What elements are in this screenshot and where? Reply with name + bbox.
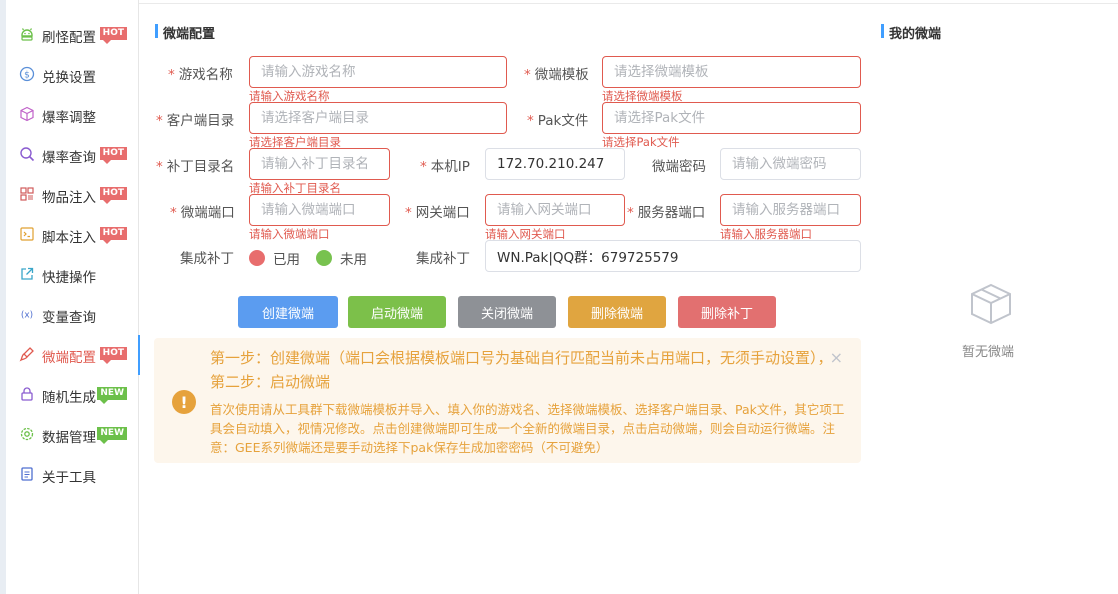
sidebar-item-monster-config[interactable]: 刷怪配置 HOT [6, 15, 139, 55]
sidebar-item-script-inject[interactable]: 脚本注入 HOT [6, 215, 139, 255]
svg-text:(x): (x) [21, 311, 33, 321]
integrate-patch-label: 集成补丁 [180, 251, 234, 267]
gateway-port-input[interactable] [485, 194, 625, 226]
local-ip-label: * 本机IP [420, 159, 470, 175]
port-error: 请输入微端端口 [249, 227, 330, 241]
alert-title: 第一步：创建微端（端口会根据模板端口号为基础自行匹配当前未占用端口，无须手动设置… [210, 349, 833, 391]
sidebar-item-label: 变量查询 [42, 310, 96, 326]
hot-badge: HOT [99, 147, 127, 164]
android-icon [19, 26, 35, 42]
port-label: * 微端端口 [170, 205, 235, 221]
integrate-patch-input[interactable] [485, 240, 861, 272]
sidebar-item-label: 关于工具 [42, 470, 96, 486]
info-alert: ! 第一步：创建微端（端口会根据模板端口号为基础自行匹配当前未占用端口，无须手动… [154, 338, 861, 463]
close-icon[interactable]: × [830, 348, 843, 367]
client-dir-label: * 客户端目录 [156, 113, 235, 129]
variable-icon: (x) [19, 306, 35, 322]
template-label: * 微端模板 [524, 67, 589, 83]
patch-dir-label: * 补丁目录名 [156, 159, 235, 175]
empty-state-text: 暂无微端 [962, 345, 1015, 360]
radio-used[interactable]: 已用 [249, 248, 300, 268]
svg-text:$: $ [24, 71, 30, 81]
radio-label: 未用 [340, 252, 367, 268]
hot-badge: HOT [99, 347, 127, 364]
server-port-input[interactable] [720, 194, 861, 226]
sidebar-item-label: 数据管理 [42, 430, 96, 446]
pak-file-input[interactable] [602, 102, 861, 134]
start-microclient-button[interactable]: 启动微端 [348, 296, 446, 328]
sidebar-item-exchange-settings[interactable]: $ 兑换设置 [6, 55, 139, 95]
sidebar-item-label: 物品注入 [42, 190, 96, 206]
sidebar: 刷怪配置 HOT $ 兑换设置 爆率调整 爆率查询 HOT 物品注入 HOT 脚… [6, 0, 140, 594]
box-icon [19, 106, 35, 122]
sidebar-item-drop-rate-query[interactable]: 爆率查询 HOT [6, 135, 139, 175]
hot-badge: HOT [99, 27, 127, 44]
radio-dot [249, 250, 265, 266]
brush-icon [19, 346, 35, 362]
game-name-label: * 游戏名称 [168, 67, 233, 83]
template-select[interactable] [602, 56, 861, 88]
alert-description: 首次使用请从工具群下载微端模板并导入、填入你的游戏名、选择微端模板、选择客户端目… [210, 402, 845, 455]
hot-badge: HOT [99, 187, 127, 204]
port-input[interactable] [249, 194, 390, 226]
patch-dir-input[interactable] [249, 148, 390, 180]
sidebar-item-label: 爆率查询 [42, 150, 96, 166]
radio-dot [316, 250, 332, 266]
hot-badge: HOT [99, 227, 127, 244]
lock-icon [19, 386, 35, 402]
sidebar-item-label: 脚本注入 [42, 230, 96, 246]
radio-unused[interactable]: 未用 [316, 248, 367, 268]
my-microclients-title: 我的微端 [881, 23, 941, 42]
grid-icon [19, 186, 35, 202]
sidebar-item-label: 兑换设置 [42, 70, 96, 86]
integrate-patch2-label: 集成补丁 [416, 251, 470, 267]
gateway-port-label: * 网关端口 [405, 205, 470, 221]
settings-icon [19, 426, 35, 442]
sidebar-item-label: 爆率调整 [42, 110, 96, 126]
sidebar-item-variable-query[interactable]: (x) 变量查询 [6, 295, 139, 335]
sidebar-item-label: 刷怪配置 [42, 30, 96, 46]
game-name-input[interactable] [249, 56, 507, 88]
new-badge: NEW [97, 387, 127, 404]
pak-file-label: * Pak文件 [527, 113, 589, 129]
sidebar-item-quick-actions[interactable]: 快捷操作 [6, 255, 139, 295]
password-label: 微端密码 [652, 159, 706, 175]
sidebar-item-label: 随机生成 [42, 390, 96, 406]
document-icon [19, 466, 35, 482]
sidebar-item-random-generate[interactable]: 随机生成 NEW [6, 375, 139, 415]
sidebar-item-label: 快捷操作 [42, 270, 96, 286]
sidebar-item-microclient-config[interactable]: 微端配置 HOT [6, 335, 140, 375]
section-title: 微端配置 [155, 23, 215, 42]
sidebar-item-about[interactable]: 关于工具 [6, 455, 139, 495]
exchange-icon: $ [19, 66, 35, 82]
empty-box-icon [968, 282, 1014, 330]
stop-microclient-button[interactable]: 关闭微端 [458, 296, 556, 328]
sidebar-item-label: 微端配置 [42, 350, 96, 366]
new-badge: NEW [97, 427, 127, 444]
sidebar-item-item-inject[interactable]: 物品注入 HOT [6, 175, 139, 215]
local-ip-input[interactable] [485, 148, 625, 180]
sidebar-item-data-management[interactable]: 数据管理 NEW [6, 415, 139, 455]
server-port-label: * 服务器端口 [627, 205, 706, 221]
script-icon [19, 226, 35, 242]
top-border [6, 0, 1118, 4]
delete-patch-button[interactable]: 删除补丁 [678, 296, 776, 328]
radio-label: 已用 [273, 252, 300, 268]
external-link-icon [19, 266, 35, 282]
delete-microclient-button[interactable]: 删除微端 [568, 296, 666, 328]
search-icon [19, 146, 35, 162]
client-dir-input[interactable] [249, 102, 507, 134]
create-microclient-button[interactable]: 创建微端 [238, 296, 338, 328]
sidebar-item-drop-rate-adjust[interactable]: 爆率调整 [6, 95, 139, 135]
warning-icon: ! [172, 390, 196, 414]
password-input[interactable] [720, 148, 861, 180]
